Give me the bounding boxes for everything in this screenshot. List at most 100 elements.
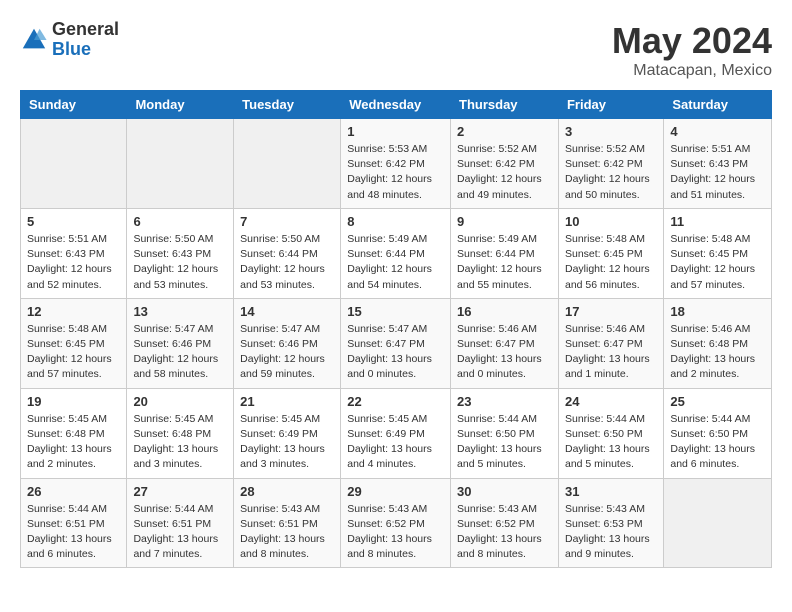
day-info: Sunrise: 5:46 AM Sunset: 6:47 PM Dayligh… bbox=[565, 322, 657, 383]
day-number: 17 bbox=[565, 304, 657, 319]
day-number: 18 bbox=[670, 304, 765, 319]
day-info: Sunrise: 5:43 AM Sunset: 6:52 PM Dayligh… bbox=[457, 502, 552, 563]
weekday-header-cell: Saturday bbox=[664, 91, 772, 119]
day-info: Sunrise: 5:50 AM Sunset: 6:44 PM Dayligh… bbox=[240, 232, 334, 293]
day-number: 12 bbox=[27, 304, 120, 319]
day-number: 30 bbox=[457, 484, 552, 499]
weekday-header-row: SundayMondayTuesdayWednesdayThursdayFrid… bbox=[21, 91, 772, 119]
calendar-week-row: 1 Sunrise: 5:53 AM Sunset: 6:42 PM Daylig… bbox=[21, 119, 772, 209]
day-number: 20 bbox=[133, 394, 227, 409]
day-info: Sunrise: 5:44 AM Sunset: 6:50 PM Dayligh… bbox=[457, 412, 552, 473]
calendar-cell: 25Sunrise: 5:44 AM Sunset: 6:50 PM Dayli… bbox=[664, 388, 772, 478]
calendar-cell: 6 Sunrise: 5:50 AM Sunset: 6:43 PM Daylig… bbox=[127, 208, 234, 298]
day-number: 23 bbox=[457, 394, 552, 409]
day-number: 10 bbox=[565, 214, 657, 229]
weekday-header-cell: Tuesday bbox=[234, 91, 341, 119]
weekday-header-cell: Monday bbox=[127, 91, 234, 119]
day-info: Sunrise: 5:50 AM Sunset: 6:43 PM Dayligh… bbox=[133, 232, 227, 293]
title-block: May 2024 Matacapan, Mexico bbox=[612, 20, 772, 80]
calendar-cell: 9 Sunrise: 5:49 AM Sunset: 6:44 PM Daylig… bbox=[451, 208, 559, 298]
day-number: 5 bbox=[27, 214, 120, 229]
calendar-week-row: 19 Sunrise: 5:45 AM Sunset: 6:48 PM Dayli… bbox=[21, 388, 772, 478]
calendar-cell bbox=[234, 119, 341, 209]
day-number: 8 bbox=[347, 214, 444, 229]
month-title: May 2024 bbox=[612, 20, 772, 62]
calendar-cell: 22 Sunrise: 5:45 AM Sunset: 6:49 PM Dayli… bbox=[341, 388, 451, 478]
day-info: Sunrise: 5:49 AM Sunset: 6:44 PM Dayligh… bbox=[347, 232, 444, 293]
calendar-cell: 12Sunrise: 5:48 AM Sunset: 6:45 PM Dayli… bbox=[21, 298, 127, 388]
day-info: Sunrise: 5:52 AM Sunset: 6:42 PM Dayligh… bbox=[565, 142, 657, 203]
day-number: 2 bbox=[457, 124, 552, 139]
calendar-cell: 28 Sunrise: 5:43 AM Sunset: 6:51 PM Dayli… bbox=[234, 478, 341, 568]
calendar-table: SundayMondayTuesdayWednesdayThursdayFrid… bbox=[20, 90, 772, 568]
calendar-cell: 2 Sunrise: 5:52 AM Sunset: 6:42 PM Daylig… bbox=[451, 119, 559, 209]
calendar-cell: 7 Sunrise: 5:50 AM Sunset: 6:44 PM Daylig… bbox=[234, 208, 341, 298]
day-info: Sunrise: 5:43 AM Sunset: 6:52 PM Dayligh… bbox=[347, 502, 444, 563]
day-info: Sunrise: 5:52 AM Sunset: 6:42 PM Dayligh… bbox=[457, 142, 552, 203]
weekday-header-cell: Thursday bbox=[451, 91, 559, 119]
day-info: Sunrise: 5:43 AM Sunset: 6:53 PM Dayligh… bbox=[565, 502, 657, 563]
calendar-cell: 20 Sunrise: 5:45 AM Sunset: 6:48 PM Dayli… bbox=[127, 388, 234, 478]
day-info: Sunrise: 5:45 AM Sunset: 6:49 PM Dayligh… bbox=[347, 412, 444, 473]
day-info: Sunrise: 5:49 AM Sunset: 6:44 PM Dayligh… bbox=[457, 232, 552, 293]
day-number: 15 bbox=[347, 304, 444, 319]
calendar-cell bbox=[664, 478, 772, 568]
calendar-cell: 21 Sunrise: 5:45 AM Sunset: 6:49 PM Dayli… bbox=[234, 388, 341, 478]
calendar-week-row: 5Sunrise: 5:51 AM Sunset: 6:43 PM Daylig… bbox=[21, 208, 772, 298]
page-header: General Blue May 2024 Matacapan, Mexico bbox=[20, 20, 772, 80]
day-number: 21 bbox=[240, 394, 334, 409]
day-number: 11 bbox=[670, 214, 765, 229]
calendar-cell: 10 Sunrise: 5:48 AM Sunset: 6:45 PM Dayli… bbox=[558, 208, 663, 298]
day-info: Sunrise: 5:51 AM Sunset: 6:43 PM Dayligh… bbox=[670, 142, 765, 203]
day-number: 22 bbox=[347, 394, 444, 409]
day-number: 29 bbox=[347, 484, 444, 499]
calendar-cell: 3 Sunrise: 5:52 AM Sunset: 6:42 PM Daylig… bbox=[558, 119, 663, 209]
day-number: 13 bbox=[133, 304, 227, 319]
calendar-cell: 17 Sunrise: 5:46 AM Sunset: 6:47 PM Dayli… bbox=[558, 298, 663, 388]
day-info: Sunrise: 5:46 AM Sunset: 6:47 PM Dayligh… bbox=[457, 322, 552, 383]
calendar-cell bbox=[21, 119, 127, 209]
calendar-cell: 13 Sunrise: 5:47 AM Sunset: 6:46 PM Dayli… bbox=[127, 298, 234, 388]
day-info: Sunrise: 5:44 AM Sunset: 6:51 PM Dayligh… bbox=[133, 502, 227, 563]
day-number: 9 bbox=[457, 214, 552, 229]
day-number: 6 bbox=[133, 214, 227, 229]
day-number: 31 bbox=[565, 484, 657, 499]
calendar-cell: 8 Sunrise: 5:49 AM Sunset: 6:44 PM Daylig… bbox=[341, 208, 451, 298]
day-number: 3 bbox=[565, 124, 657, 139]
day-number: 16 bbox=[457, 304, 552, 319]
day-number: 24 bbox=[565, 394, 657, 409]
calendar-cell: 16 Sunrise: 5:46 AM Sunset: 6:47 PM Dayli… bbox=[451, 298, 559, 388]
calendar-week-row: 26 Sunrise: 5:44 AM Sunset: 6:51 PM Dayli… bbox=[21, 478, 772, 568]
day-info: Sunrise: 5:43 AM Sunset: 6:51 PM Dayligh… bbox=[240, 502, 334, 563]
calendar-cell: 11Sunrise: 5:48 AM Sunset: 6:45 PM Dayli… bbox=[664, 208, 772, 298]
day-info: Sunrise: 5:46 AM Sunset: 6:48 PM Dayligh… bbox=[670, 322, 765, 383]
calendar-cell: 1 Sunrise: 5:53 AM Sunset: 6:42 PM Daylig… bbox=[341, 119, 451, 209]
day-number: 19 bbox=[27, 394, 120, 409]
weekday-header-cell: Wednesday bbox=[341, 91, 451, 119]
logo-blue-text: Blue bbox=[52, 40, 119, 60]
day-info: Sunrise: 5:45 AM Sunset: 6:49 PM Dayligh… bbox=[240, 412, 334, 473]
day-number: 1 bbox=[347, 124, 444, 139]
day-number: 28 bbox=[240, 484, 334, 499]
day-info: Sunrise: 5:47 AM Sunset: 6:47 PM Dayligh… bbox=[347, 322, 444, 383]
day-number: 4 bbox=[670, 124, 765, 139]
day-number: 14 bbox=[240, 304, 334, 319]
calendar-cell: 30 Sunrise: 5:43 AM Sunset: 6:52 PM Dayli… bbox=[451, 478, 559, 568]
day-info: Sunrise: 5:45 AM Sunset: 6:48 PM Dayligh… bbox=[133, 412, 227, 473]
calendar-cell: 14 Sunrise: 5:47 AM Sunset: 6:46 PM Dayli… bbox=[234, 298, 341, 388]
day-info: Sunrise: 5:44 AM Sunset: 6:51 PM Dayligh… bbox=[27, 502, 120, 563]
day-info: Sunrise: 5:48 AM Sunset: 6:45 PM Dayligh… bbox=[565, 232, 657, 293]
day-info: Sunrise: 5:47 AM Sunset: 6:46 PM Dayligh… bbox=[240, 322, 334, 383]
day-number: 27 bbox=[133, 484, 227, 499]
calendar-cell: 31 Sunrise: 5:43 AM Sunset: 6:53 PM Dayli… bbox=[558, 478, 663, 568]
calendar-cell: 26 Sunrise: 5:44 AM Sunset: 6:51 PM Dayli… bbox=[21, 478, 127, 568]
day-number: 7 bbox=[240, 214, 334, 229]
day-info: Sunrise: 5:47 AM Sunset: 6:46 PM Dayligh… bbox=[133, 322, 227, 383]
calendar-cell: 29 Sunrise: 5:43 AM Sunset: 6:52 PM Dayli… bbox=[341, 478, 451, 568]
day-info: Sunrise: 5:53 AM Sunset: 6:42 PM Dayligh… bbox=[347, 142, 444, 203]
calendar-cell: 4 Sunrise: 5:51 AM Sunset: 6:43 PM Daylig… bbox=[664, 119, 772, 209]
logo-icon bbox=[20, 26, 48, 54]
day-number: 26 bbox=[27, 484, 120, 499]
day-number: 25 bbox=[670, 394, 765, 409]
calendar-cell: 5Sunrise: 5:51 AM Sunset: 6:43 PM Daylig… bbox=[21, 208, 127, 298]
